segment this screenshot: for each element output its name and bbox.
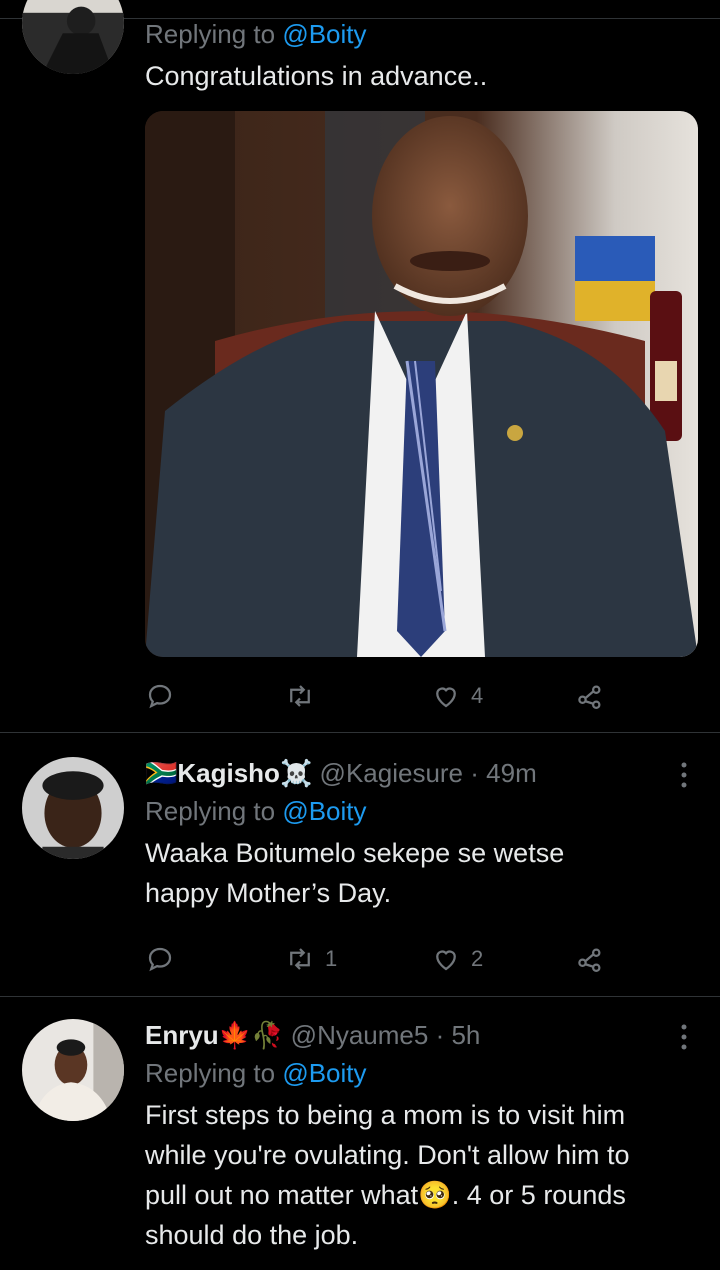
mention-link[interactable]: @Boity xyxy=(282,19,366,49)
mention-link[interactable]: @Boity xyxy=(282,796,366,826)
reply-prefix: Replying to xyxy=(145,796,283,826)
share-button[interactable] xyxy=(575,676,605,716)
avatar-image xyxy=(22,757,124,859)
tweet-text-line: should do the job. xyxy=(145,1220,359,1250)
reply-prefix: Replying to xyxy=(145,19,283,49)
reply-icon xyxy=(148,684,172,709)
tweet-3[interactable]: Enryu🍁🥀 @Nyaume5 · 5h Replying to @Boity… xyxy=(0,997,720,1270)
tweet-text: Congratulations in advance.. xyxy=(145,61,488,91)
tweet-2[interactable]: 🇿🇦Kagisho☠️ @Kagiesure · 49m Replying to… xyxy=(0,733,720,995)
tweet-text-line: First steps to being a mom is to visit h… xyxy=(145,1100,626,1130)
like-icon xyxy=(436,687,456,708)
reply-button[interactable] xyxy=(145,676,175,716)
tweet-media-photo[interactable] xyxy=(145,111,698,657)
retweet-button[interactable] xyxy=(285,676,315,716)
avatar[interactable] xyxy=(22,1019,124,1121)
like-count: 2 xyxy=(471,946,484,971)
like-icon xyxy=(436,950,456,971)
tweet-header: 🇿🇦Kagisho☠️ @Kagiesure · 49m xyxy=(145,757,696,789)
timestamp[interactable]: · 5h xyxy=(436,1020,481,1050)
more-icon xyxy=(681,762,687,788)
photo-man-in-suit xyxy=(145,111,698,657)
like-count: 4 xyxy=(471,683,484,708)
share-button[interactable] xyxy=(575,939,605,979)
avatar[interactable] xyxy=(22,0,124,74)
reply-button[interactable] xyxy=(145,939,175,979)
more-options-button[interactable] xyxy=(670,757,698,793)
more-options-button[interactable] xyxy=(670,1019,698,1055)
reply-context: Replying to @Boity xyxy=(145,795,696,827)
timestamp[interactable]: · 49m xyxy=(470,758,536,788)
share-icon xyxy=(578,685,601,709)
reply-prefix: Replying to xyxy=(145,1058,283,1088)
reply-context: Replying to @Boity xyxy=(145,18,696,50)
tweet-1[interactable]: Replying to @Boity Congratulations in ad… xyxy=(0,0,720,732)
tweet-text-line: happy Mother’s Day. xyxy=(145,878,392,908)
avatar-image xyxy=(22,0,124,74)
like-button[interactable]: 4 xyxy=(431,676,483,716)
tweet-text-line: Waaka Boitumelo sekepe se wetse xyxy=(145,838,565,868)
retweet-count: 1 xyxy=(325,946,338,971)
retweet-button[interactable]: 1 xyxy=(285,939,337,979)
display-name[interactable]: Enryu🍁🥀 xyxy=(145,1020,283,1050)
username[interactable]: @Kagiesure xyxy=(320,758,463,788)
like-button[interactable]: 2 xyxy=(431,939,483,979)
more-icon xyxy=(681,1024,687,1050)
retweet-icon xyxy=(290,685,310,707)
retweet-icon xyxy=(290,948,310,970)
tweet-text-line: pull out no matter what🥺. 4 or 5 rounds xyxy=(145,1180,626,1210)
avatar[interactable] xyxy=(22,757,124,859)
share-icon xyxy=(578,948,601,972)
mention-link[interactable]: @Boity xyxy=(282,1058,366,1088)
reply-icon xyxy=(148,947,172,972)
avatar-image xyxy=(22,1019,124,1121)
tweet-text-line: while you're ovulating. Don't allow him … xyxy=(145,1140,630,1170)
reply-context: Replying to @Boity xyxy=(145,1057,696,1089)
display-name[interactable]: 🇿🇦Kagisho☠️ xyxy=(145,758,312,788)
tweet-header: Enryu🍁🥀 @Nyaume5 · 5h xyxy=(145,1019,696,1051)
username[interactable]: @Nyaume5 xyxy=(291,1020,429,1050)
